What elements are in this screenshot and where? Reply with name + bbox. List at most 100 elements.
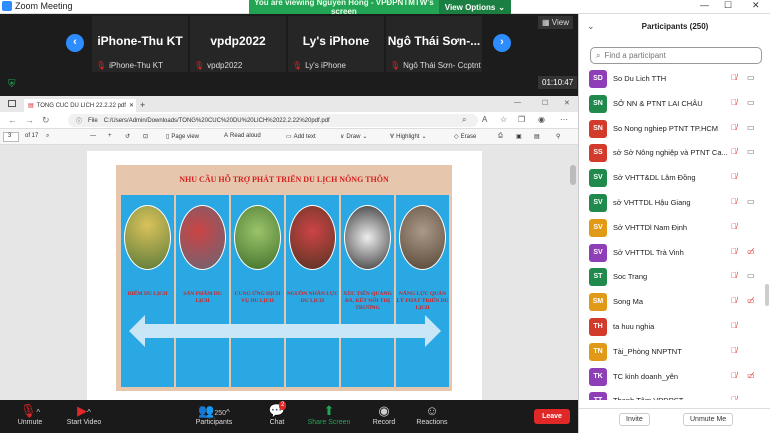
performers-photo bbox=[344, 205, 391, 270]
zoom-icon[interactable]: ⌕ bbox=[462, 115, 466, 125]
participant-name: Sở VHTTDL Trà Vinh bbox=[613, 247, 684, 257]
video-tile[interactable]: Ly's iPhone 🎙 Ly's iPhone bbox=[288, 16, 384, 72]
leave-button[interactable]: Leave bbox=[534, 409, 570, 424]
panel-header: Participants (250) bbox=[641, 22, 709, 31]
slide-title: NHU CẦU HỖ TRỢ PHÁT TRIỂN DU LỊCH NÔNG T… bbox=[179, 175, 389, 184]
invite-button[interactable]: Invite bbox=[619, 413, 650, 426]
participant-row[interactable]: SV Sở VHTTDL Trà Vinh 🎙̸ ▭̸ bbox=[579, 243, 765, 266]
participant-row[interactable]: TT Thanh Tâm VPĐPST🎙̸ bbox=[579, 392, 765, 400]
pin-icon[interactable]: ⚲ bbox=[556, 133, 560, 140]
save-as-icon[interactable]: ▤ bbox=[534, 133, 540, 140]
refresh-icon[interactable]: ↻ bbox=[42, 115, 50, 126]
back-icon[interactable]: ← bbox=[8, 115, 17, 125]
page-number-input[interactable]: 3 bbox=[3, 132, 19, 142]
save-icon[interactable]: ▣ bbox=[516, 133, 522, 140]
browser-tab[interactable]: ▤ TONG CUC DU LICH 22.2.22 pdf ✕ bbox=[24, 99, 136, 112]
participant-scrollbar[interactable] bbox=[765, 284, 769, 306]
participant-row[interactable]: SV Sở VHTTDl Nam Định 🎙̸ bbox=[579, 218, 765, 241]
browser-close-icon[interactable]: ✕ bbox=[564, 99, 570, 107]
address-bar-row: ← → ↻ ⓘ File C:/Users/Admin/Downloads/TO… bbox=[0, 112, 578, 129]
highlight-button[interactable]: ∀ Highlight ⌄ bbox=[390, 133, 427, 141]
participant-row[interactable]: SV sở VHTTDL Hậu Giang 🎙̸ ▭ bbox=[579, 194, 765, 216]
pdf-viewer[interactable]: NHU CẦU HỖ TRỢ PHÁT TRIỂN DU LỊCH NÔNG T… bbox=[0, 145, 578, 400]
participant-row[interactable]: SD So Du Lich TTH 🎙̸ ▭ bbox=[579, 70, 765, 92]
participant-row[interactable]: SN SỞ NN & PTNT LAI CHÂU 🎙̸ ▭ bbox=[579, 94, 765, 117]
participants-button[interactable]: 👥250^ Participants bbox=[192, 403, 236, 426]
zoom-out-icon[interactable]: — bbox=[90, 133, 96, 139]
read-mode-icon[interactable]: A bbox=[482, 115, 487, 124]
view-button[interactable]: ▦ View bbox=[538, 16, 573, 29]
video-on-icon: ▭ bbox=[747, 147, 755, 157]
info-icon: ⓘ bbox=[76, 119, 83, 125]
start-video-button[interactable]: ▶^ Start Video bbox=[62, 403, 106, 426]
address-input[interactable]: ⓘ File C:/Users/Admin/Downloads/TONG%20C… bbox=[68, 114, 478, 127]
participant-row[interactable]: TH ta huu nghia 🎙̸ bbox=[579, 318, 765, 340]
close-icon[interactable]: ✕ bbox=[752, 0, 760, 11]
forward-icon[interactable]: → bbox=[25, 115, 34, 125]
collections-icon[interactable]: ❐ bbox=[518, 115, 525, 124]
new-tab-icon[interactable]: + bbox=[140, 100, 145, 110]
page-total: of 17 bbox=[25, 133, 39, 139]
tab-actions-icon[interactable] bbox=[8, 100, 16, 107]
chat-button[interactable]: 💬 2 Chat bbox=[264, 401, 290, 426]
video-tile[interactable]: Ngô Thái Sơn-... 🎙 Ngô Thái Sơn- Ccptnt bbox=[386, 16, 482, 72]
zoom-in-icon[interactable]: + bbox=[108, 133, 112, 139]
participant-row[interactable]: TN Tài_Phòng NNPTNT 🎙̸ bbox=[579, 342, 765, 365]
next-page-button[interactable]: › bbox=[493, 34, 511, 52]
erase-button[interactable]: ◇ Erase bbox=[454, 133, 476, 141]
maximize-icon[interactable]: ☐ bbox=[724, 0, 732, 11]
meeting-controls: 🎙^ Unmute ▶^ Start Video 👥250^ Participa… bbox=[0, 400, 578, 433]
participant-row[interactable]: ST Soc Trang 🎙̸ ▭ bbox=[579, 268, 765, 290]
participant-name: Song Ma bbox=[613, 297, 644, 307]
view-options-label: View Options bbox=[444, 2, 496, 12]
fit-page-icon[interactable]: ⊡ bbox=[143, 133, 148, 140]
prev-page-button[interactable]: ‹ bbox=[66, 34, 84, 52]
unmute-button[interactable]: 🎙^ Unmute bbox=[12, 403, 48, 426]
pdf-icon: ▤ bbox=[28, 103, 34, 109]
avatar: TK bbox=[589, 367, 607, 386]
more-icon[interactable]: ⋯ bbox=[560, 115, 568, 124]
minimize-icon[interactable]: — bbox=[700, 0, 709, 10]
rotate-icon[interactable]: ↺ bbox=[125, 133, 130, 140]
share-screen-icon: ⬆ bbox=[323, 403, 335, 418]
browser-minimize-icon[interactable]: — bbox=[514, 99, 521, 106]
reactions-button[interactable]: ☺ Reactions bbox=[414, 403, 450, 426]
participant-row[interactable]: SS sở Sở Nông nghiệp và PTNT Ca... 🎙̸ ▭ bbox=[579, 144, 765, 166]
security-shield-icon[interactable]: ⛨ bbox=[8, 79, 16, 90]
tile-name-small: iPhone-Thu KT bbox=[109, 61, 163, 70]
mic-muted-icon: 🎙̸ bbox=[731, 246, 737, 256]
participant-name: So Du Lich TTH bbox=[613, 74, 667, 83]
participant-row[interactable]: SN So Nong nghiep PTNT TP.HCM 🎙̸ ▭ bbox=[579, 119, 765, 142]
video-tile[interactable]: iPhone-Thu KT 🎙 iPhone-Thu KT bbox=[92, 16, 188, 72]
favorite-icon[interactable]: ☆ bbox=[500, 115, 507, 124]
avatar: SV bbox=[589, 243, 607, 262]
add-text-button[interactable]: ▭ Add text bbox=[286, 133, 316, 141]
browser-maximize-icon[interactable]: ☐ bbox=[542, 99, 548, 107]
draw-button[interactable]: ∨ Draw ⌄ bbox=[340, 133, 367, 141]
eraser-icon: ◇ bbox=[454, 134, 459, 140]
read-aloud-button[interactable]: A Read aloud bbox=[224, 133, 261, 139]
slide: NHU CẦU HỖ TRỢ PHÁT TRIỂN DU LỊCH NÔNG T… bbox=[116, 165, 452, 391]
slide-column: NĂNG LỰC QUẢN LÝ PHÁT TRIỂN DU LỊCH bbox=[396, 195, 449, 387]
participant-row[interactable]: SM Song Ma 🎙̸ ▭̸ bbox=[579, 293, 765, 315]
search-icon[interactable]: ⌕ bbox=[46, 133, 49, 140]
video-tile[interactable]: vpdp2022 🎙 vpdp2022 bbox=[190, 16, 286, 72]
participant-row[interactable]: TK TC kinh doanh_yên 🎙̸ ▭̸ bbox=[579, 367, 765, 390]
participant-name: So Nong nghiep PTNT TP.HCM bbox=[613, 123, 719, 133]
print-icon[interactable]: ⎙ bbox=[498, 133, 503, 140]
participant-search-input[interactable]: ⌕ Find a participant bbox=[590, 47, 762, 64]
record-button[interactable]: ◉ Record bbox=[370, 403, 398, 426]
participant-count: 250 bbox=[214, 410, 227, 417]
profile-icon[interactable]: ◉ bbox=[538, 115, 545, 124]
participant-row[interactable]: SV Sở VHTT&DL Lâm Đồng 🎙̸ bbox=[579, 169, 765, 191]
unmute-me-button[interactable]: Unmute Me bbox=[683, 413, 734, 426]
mic-muted-icon: 🎙̸ bbox=[731, 370, 737, 380]
pdf-scrollbar[interactable] bbox=[570, 165, 576, 185]
share-screen-button[interactable]: ⬆ Share Screen bbox=[306, 403, 352, 426]
view-options-button[interactable]: View Options ⌄ bbox=[438, 0, 511, 14]
avatar: SM bbox=[589, 293, 607, 312]
page-view-button[interactable]: ▯ Page view bbox=[166, 133, 199, 141]
tile-name-large: vpdp2022 bbox=[210, 34, 266, 48]
tab-close-icon[interactable]: ✕ bbox=[129, 102, 134, 109]
start-video-label: Start Video bbox=[66, 419, 102, 426]
